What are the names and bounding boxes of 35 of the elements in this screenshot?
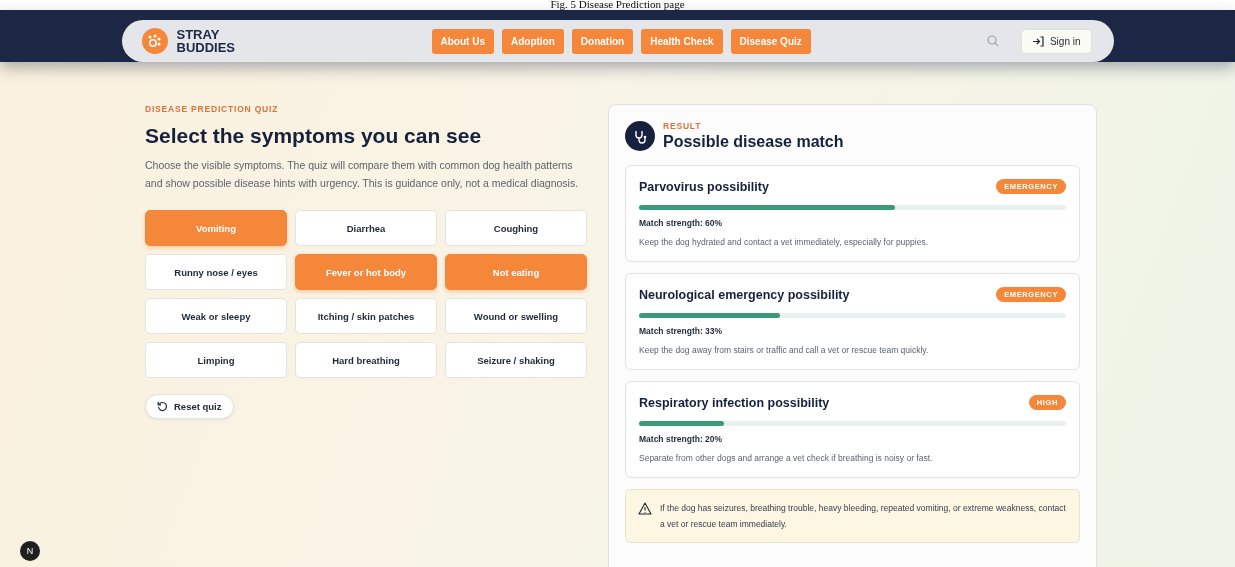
match-strength: Match strength: 33% — [639, 326, 724, 336]
match-advice: Keep the dog hydrated and contact a vet immediately, especially for puppies. — [639, 237, 930, 247]
brand-name: STRAY BUDDIES — [176, 28, 236, 54]
paw-logo-icon — [141, 28, 168, 54]
symptom-option[interactable]: Runny nose / eyes — [145, 254, 287, 290]
sign-in-icon — [1031, 35, 1044, 47]
match-strength: Match strength: 60% — [639, 218, 724, 228]
section-eyebrow: DISEASE PREDICTION QUIZ — [145, 104, 280, 114]
match-name: Respiratory infection possibility — [639, 395, 830, 410]
stethoscope-icon — [625, 121, 655, 151]
symptom-option[interactable]: Coughing — [445, 210, 587, 246]
warning-icon — [638, 502, 652, 515]
warning-text: If the dog has seizures, breathing trouble, heavy bleeding, repeated vomiting, or extreme weakness, contact a vet or rescue team immediately. — [660, 502, 1067, 531]
symptom-option[interactable]: Wound or swelling — [445, 298, 587, 334]
match-name: Parvovirus possibility — [639, 179, 769, 194]
match-advice: Separate from other dogs and arrange a vet check if breathing is noisy or fast. — [639, 453, 934, 463]
reset-icon — [157, 401, 168, 412]
section-description: Choose the visible symptoms. The quiz will compare them with common dog health patterns and show possible disease hints with urgency. This is guidance only, not a medical diagnosis. — [145, 158, 580, 191]
symptom-option[interactable]: Weak or sleepy — [145, 298, 287, 334]
reset-quiz-button[interactable]: Reset quiz — [145, 394, 234, 419]
dev-indicator-badge[interactable]: N — [20, 541, 40, 561]
result-eyebrow: RESULT — [663, 121, 703, 131]
match-advice: Keep the dog away from stairs or traffic and call a vet or rescue team quickly. — [639, 345, 930, 355]
figure-caption: Fig. 5 Disease Prediction page — [550, 0, 685, 10]
symptom-option[interactable]: Seizure / shaking — [445, 342, 587, 378]
symptom-option[interactable]: Limping — [145, 342, 287, 378]
symptom-option[interactable]: Itching / skin patches — [295, 298, 437, 334]
section-title: Select the symptoms you can see — [145, 124, 483, 148]
result-title: Possible disease match — [663, 133, 844, 151]
match-name: Neurological emergency possibility — [639, 287, 850, 302]
search-icon[interactable] — [986, 35, 999, 47]
symptom-option[interactable]: Hard breathing — [295, 342, 437, 378]
match-strength: Match strength: 20% — [639, 434, 724, 444]
sign-in-button[interactable]: Sign in — [1020, 28, 1092, 54]
symptom-option[interactable]: Diarrhea — [295, 210, 437, 246]
